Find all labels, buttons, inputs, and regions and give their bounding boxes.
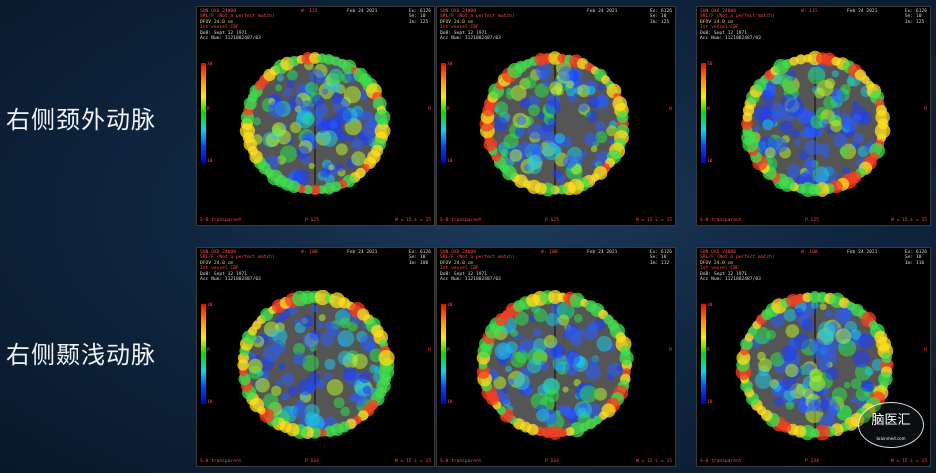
panel-footer-mode: S-0 transparent	[200, 459, 242, 464]
panel-series-info: Ex: 6126 Se: 10 Im: 125	[408, 9, 431, 25]
panel-window-label: W: 100	[541, 250, 558, 255]
panel-footer-position: P 134	[545, 459, 559, 464]
color-scale-max: 30	[447, 303, 453, 308]
color-scale-bar	[441, 304, 446, 404]
mri-panel-2: SUN OXO 24000 SRL/F (Not a perfect match…	[436, 6, 676, 226]
panel-footer-window: W = 15 L = 15	[891, 218, 927, 223]
orientation-marker: R	[669, 107, 672, 112]
panel-header: SUN OXO 24000 SRL/F (Not a perfect match…	[200, 250, 275, 283]
brain-perfusion-image	[476, 290, 634, 440]
panel-header: SUN OXO 24000 SRL/F (Not a perfect match…	[440, 9, 515, 42]
color-scale-min: 10	[207, 159, 213, 164]
panel-footer-position: P 125	[305, 218, 319, 223]
panel-series-info: Ex: 6126 Se: 10 Im: 108	[408, 250, 431, 266]
panel-footer-position: P 125	[805, 218, 819, 223]
row-label-external-carotid: 右侧颈外动脉	[6, 106, 156, 134]
panel-date: Feb 24 2021	[347, 250, 378, 255]
brain-perfusion-image	[237, 290, 395, 439]
panel-footer-position: P 134	[305, 459, 319, 464]
panel-header: SUN OXO 24000 SRL/F (Not a perfect match…	[200, 9, 275, 42]
color-scale-bar	[701, 304, 706, 404]
brainmed-logo-watermark: 脑医汇 brainmed.com	[858, 402, 924, 448]
watermark-text: 脑医汇	[871, 413, 911, 428]
panel-header: SUN OXO 24000 SRL/F (Not a perfect match…	[700, 250, 775, 283]
panel-series-info: Ex: 6126 Se: 10 Im: 125	[649, 9, 672, 25]
panel-header: SUN OXO 24000 SRL/F (Not a perfect match…	[440, 250, 515, 283]
color-scale-min: 10	[447, 159, 453, 164]
color-scale-max: 30	[707, 62, 713, 67]
mri-panel-3: SUN OXO 24000 SRL/F (Not a perfect match…	[696, 6, 931, 226]
mri-panel-1: SUN OXO 24000 SRL/F (Not a perfect match…	[196, 6, 435, 226]
panel-footer-mode: S-0 transparent	[700, 459, 742, 464]
panel-footer-position: P 125	[545, 218, 559, 223]
panel-series-info: Ex: 6126 Se: 10 Im: 125	[904, 9, 927, 25]
orientation-marker: R	[428, 348, 431, 353]
panel-footer-mode: S-0 transparent	[200, 218, 242, 223]
color-scale-label: R	[707, 348, 710, 353]
brain-perfusion-image	[741, 50, 891, 198]
color-scale-label: R	[447, 348, 450, 353]
orientation-marker: R	[924, 348, 927, 353]
orientation-marker: R	[669, 348, 672, 353]
color-scale-label: R	[207, 348, 210, 353]
color-scale-label: R	[207, 107, 210, 112]
color-scale-min: 10	[707, 400, 713, 405]
color-scale-label: R	[447, 107, 450, 112]
mri-panel-5: SUN OXO 24000 SRL/F (Not a perfect match…	[436, 247, 676, 467]
color-scale-bar	[441, 63, 446, 163]
row-label-superficial-temporal: 右侧颞浅动脉	[6, 341, 156, 369]
panel-footer-window: W = 15 L = 15	[395, 459, 431, 464]
color-scale-min: 10	[707, 159, 713, 164]
panel-series-info: Ex: 6126 Se: 10 Im: 112	[649, 250, 672, 266]
panel-date: Feb 24 2021	[847, 250, 878, 255]
panel-window-label: W: 100	[301, 250, 318, 255]
panel-date: Feb 24 2021	[347, 9, 378, 14]
color-scale-min: 10	[207, 400, 213, 405]
panel-footer-mode: S-0 transparent	[440, 218, 482, 223]
color-scale-max: 30	[207, 303, 213, 308]
orientation-marker: R	[924, 107, 927, 112]
panel-header: SUN OXO 24000 SRL/F (Not a perfect match…	[700, 9, 775, 42]
panel-date: Feb 24 2021	[587, 250, 618, 255]
panel-footer-mode: S-0 transparent	[700, 218, 742, 223]
panel-date: Feb 24 2021	[587, 9, 618, 14]
panel-window-label: W: 100	[801, 250, 818, 255]
panel-footer-window: W = 15 L = 15	[636, 459, 672, 464]
color-scale-min: 10	[447, 400, 453, 405]
color-scale-bar	[201, 304, 206, 404]
brain-perfusion-image	[239, 52, 391, 196]
panel-footer-window: W = 15 L = 15	[395, 218, 431, 223]
color-scale-label: R	[707, 107, 710, 112]
color-scale-max: 30	[207, 62, 213, 67]
panel-footer-position: P 134	[805, 459, 819, 464]
color-scale-bar	[701, 63, 706, 163]
panel-window-label: W: 115	[301, 9, 318, 14]
panel-date: Feb 24 2021	[847, 9, 878, 14]
color-scale-max: 30	[707, 303, 713, 308]
panel-window-label: W: 115	[801, 9, 818, 14]
color-scale-bar	[201, 63, 206, 163]
watermark-subtext: brainmed.com	[876, 436, 906, 441]
color-scale-max: 30	[447, 62, 453, 67]
mri-panel-4: SUN OXO 24000 SRL/F (Not a perfect match…	[196, 247, 435, 467]
panel-footer-window: W = 15 L = 15	[636, 218, 672, 223]
panel-footer-mode: S-0 transparent	[440, 459, 482, 464]
panel-series-info: Ex: 6126 Se: 10 Im: 116	[904, 250, 927, 266]
brain-perfusion-image	[479, 51, 630, 197]
panel-footer-window: W = 15 L = 15	[891, 459, 927, 464]
orientation-marker: R	[428, 107, 431, 112]
